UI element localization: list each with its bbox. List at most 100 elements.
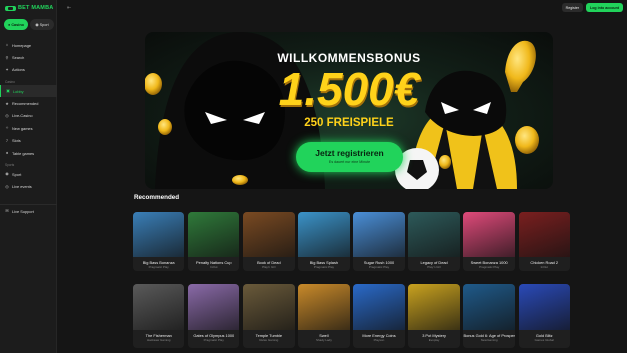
recommended-title: Recommended [134, 194, 180, 201]
search-icon: ⚲ [5, 54, 9, 60]
game-card[interactable]: Penalty Nations Cup InOut [188, 212, 240, 271]
sidebar-item-slots[interactable]: 7 Slots [0, 135, 57, 147]
game-card[interactable]: Big Bass Splash Pragmatic Play [298, 212, 350, 271]
live-events-icon: ◎ [5, 183, 9, 189]
segment-sport[interactable]: ◉ Sport [30, 19, 54, 30]
ball-icon: ◉ [35, 23, 39, 27]
game-provider: InOut [540, 265, 548, 269]
game-provider: InOut [210, 265, 218, 269]
game-card[interactable]: Swell Shady Lady [298, 284, 350, 348]
auth-buttons: Register Log into account [561, 3, 623, 12]
game-thumbnail [133, 212, 185, 257]
brand-name: BET MAMBA [18, 5, 54, 11]
game-provider: Pragmatic Play [148, 265, 169, 269]
recommended-row-1: Big Bass Bonanza Pragmatic Play Penalty Na… [133, 212, 570, 271]
sidebar-item-live-casino[interactable]: ◎ Live-Casino [0, 110, 57, 122]
game-info: Gates of Olympus 1000 Pragmatic Play [188, 330, 240, 348]
game-card[interactable]: Book of Dead Play'n GO [243, 212, 295, 271]
sidebar-item-live-events[interactable]: ◎ Live events [0, 180, 57, 192]
game-info: Sugar Rush 1000 Pragmatic Play [353, 257, 405, 271]
game-name: Penalty Nations Cup [196, 259, 232, 265]
game-card[interactable]: Sweet Bonanza 1000 Pragmatic Play [463, 212, 515, 271]
new-icon: ✧ [5, 125, 9, 131]
sidebar-item-live-support[interactable]: ✉ Live Support [0, 205, 57, 217]
sidebar-item-table-games[interactable]: ♠ Table games [0, 147, 57, 159]
game-thumbnail [518, 284, 570, 330]
game-info: Penalty Nations Cup InOut [188, 257, 240, 271]
game-card[interactable]: Big Bass Bonanza Pragmatic Play [133, 212, 185, 271]
game-card[interactable]: Temple Tumble Relax Gaming [243, 284, 295, 348]
game-name: Book of Dead [257, 259, 281, 265]
game-info: The Fisherman Hacksaw Gaming [133, 330, 185, 348]
game-thumbnail [243, 284, 295, 330]
recommended-row-2: The Fisherman Hacksaw Gaming Gates of Olym… [133, 284, 570, 348]
slots-icon: 7 [5, 137, 9, 143]
game-name: Sugar Rush 1000 [363, 259, 395, 265]
register-cta-button[interactable]: Jetzt registrieren Es dauert nur eine Mi… [296, 142, 403, 172]
live-icon: ◎ [5, 112, 9, 118]
chat-icon: ✉ [5, 208, 9, 214]
top-nav: ⌂ Homepage ⚲ Search ✦ Actions [0, 39, 57, 76]
game-thumbnail [353, 284, 405, 330]
game-provider: Hacksaw Gaming [146, 338, 171, 342]
login-button[interactable]: Log into account [586, 3, 623, 12]
banner-subtitle: 250 FREISPIELE [304, 117, 394, 129]
game-info: Chicken Road 2 InOut [518, 257, 570, 271]
sidebar: BET MAMBA ● Casino ◉ Sport ⌂ Homepage ⚲ Sear… [0, 0, 57, 353]
dice-icon: ● [8, 22, 11, 27]
game-thumbnail [353, 212, 405, 257]
register-button[interactable]: Register [561, 3, 584, 12]
casino-sport-switch: ● Casino ◉ Sport [4, 19, 54, 30]
game-info: Swell Shady Lady [298, 330, 350, 348]
brand-logo[interactable]: BET MAMBA [5, 5, 53, 11]
game-card[interactable]: Sugar Rush 1000 Pragmatic Play [353, 212, 405, 271]
sidebar-item-actions[interactable]: ✦ Actions [0, 64, 57, 76]
game-provider: NetoGaming [480, 338, 498, 342]
game-name: Chicken Road 2 [530, 259, 559, 265]
game-thumbnail [518, 212, 570, 257]
game-card[interactable]: 3 Pot Mystery Evoplay [408, 284, 460, 348]
game-provider: Pragmatic Play [479, 265, 500, 269]
game-info: Temple Tumble Relax Gaming [243, 330, 295, 348]
game-card[interactable]: The Fisherman Hacksaw Gaming [133, 284, 185, 348]
game-provider: Relax Gaming [259, 338, 279, 342]
gift-icon: ✦ [5, 66, 9, 72]
sidebar-item-search[interactable]: ⚲ Search [0, 51, 57, 63]
game-name: Legacy of Dead [420, 259, 448, 265]
game-card[interactable]: Bonus Gold 6: Age of Prosperity NetoGamin… [463, 284, 515, 348]
game-card[interactable]: More Energy Coins Playson [353, 284, 405, 348]
game-thumbnail [408, 284, 460, 330]
game-card[interactable]: Gates of Olympus 1000 Pragmatic Play [188, 284, 240, 348]
home-icon: ⌂ [5, 42, 9, 48]
sports-nav: Sports ◉ Sport ◎ Live events [0, 163, 57, 193]
sidebar-item-homepage[interactable]: ⌂ Homepage [0, 39, 57, 51]
cta-sublabel: Es dauert nur eine Minute [328, 160, 371, 164]
game-provider: Play'n GO [262, 265, 276, 269]
game-provider: Pragmatic Play [313, 265, 335, 269]
game-thumbnail [463, 212, 515, 257]
welcome-bonus-banner[interactable]: WILLKOMMENSBONUS 1.500€ 250 FREISPIELE J… [145, 32, 553, 189]
game-provider: Evoplay [428, 338, 440, 342]
game-info: Book of Dead Play'n GO [243, 257, 295, 271]
game-provider: Pragmatic Play [368, 265, 390, 269]
game-name: 3 Pot Mystery [422, 332, 446, 338]
sidebar-item-new-games[interactable]: ✧ New games [0, 122, 57, 134]
sidebar-item-recommended[interactable]: ★ Recommended [0, 97, 57, 109]
mamba-logo-icon [5, 5, 16, 11]
game-card[interactable]: Chicken Road 2 InOut [518, 212, 570, 271]
game-thumbnail [408, 212, 460, 257]
collapse-sidebar-icon[interactable]: ⇤ [67, 5, 71, 11]
game-info: Bonus Gold 6: Age of Prosperity NetoGamin… [463, 330, 515, 348]
sidebar-item-lobby[interactable]: ▣ Lobby [0, 85, 57, 98]
game-info: Legacy of Dead Play'n GO [408, 257, 460, 271]
game-name: The Fisherman [145, 332, 172, 338]
game-name: More Energy Coins [362, 332, 396, 338]
game-provider: Playson [373, 338, 385, 342]
sidebar-item-sport[interactable]: ◉ Sport [0, 168, 57, 180]
game-thumbnail [463, 284, 515, 330]
game-card[interactable]: Legacy of Dead Play'n GO [408, 212, 460, 271]
support-nav: ✉ Live Support [0, 204, 57, 217]
game-card[interactable]: Gold Blitz Games Global [518, 284, 570, 348]
segment-casino[interactable]: ● Casino [4, 19, 28, 30]
lobby-icon: ▣ [6, 88, 10, 94]
